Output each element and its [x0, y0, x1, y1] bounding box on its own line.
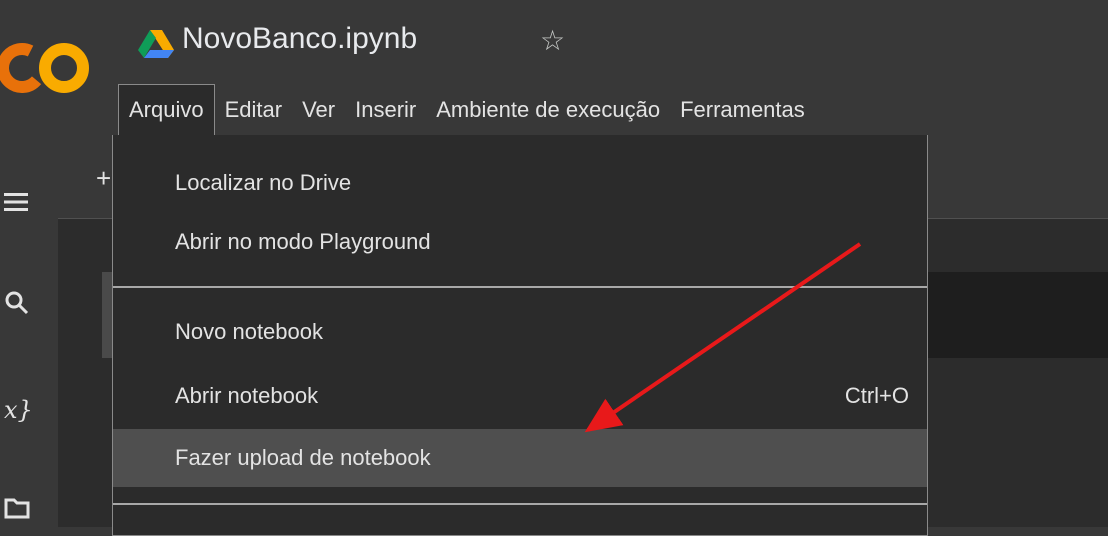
menu-item-label: Localizar no Drive [175, 170, 352, 195]
menu-inserir[interactable]: Inserir [345, 84, 426, 136]
menu-ambiente-de-execucao[interactable]: Ambiente de execução [426, 84, 670, 136]
file-menu-dropdown: Localizar no Drive Abrir no modo Playgro… [112, 135, 928, 536]
menu-item-label: Novo notebook [175, 319, 323, 344]
add-cell-icon[interactable]: + [96, 163, 111, 194]
variables-icon[interactable]: x} [4, 396, 33, 424]
menu-item-abrir-no-modo-playground[interactable]: Abrir no modo Playground [113, 213, 927, 271]
menu-ver[interactable]: Ver [292, 84, 345, 136]
menu-bar: Arquivo Editar Ver Inserir Ambiente de e… [118, 84, 815, 136]
notebook-title[interactable]: NovoBanco.ipynb [182, 22, 417, 56]
top-bar: NovoBanco.ipynb ☆ Arquivo Editar Ver Ins… [0, 0, 1108, 140]
menu-item-localizar-no-drive[interactable]: Localizar no Drive [113, 154, 927, 212]
menu-item-abrir-notebook[interactable]: Abrir notebook Ctrl+O [113, 367, 927, 425]
folder-icon[interactable] [4, 494, 30, 520]
menu-item-label: Fazer upload de notebook [175, 445, 431, 470]
menu-ferramentas[interactable]: Ferramentas [670, 84, 815, 136]
menu-item-shortcut: Ctrl+O [844, 383, 909, 408]
menu-editar[interactable]: Editar [215, 84, 292, 136]
google-drive-icon [138, 30, 174, 58]
menu-item-novo-notebook[interactable]: Novo notebook [113, 303, 927, 361]
menu-icon[interactable] [4, 192, 28, 212]
search-icon[interactable] [4, 290, 30, 316]
menu-divider [113, 503, 927, 505]
menu-divider [113, 286, 927, 288]
star-outline-icon[interactable]: ☆ [540, 24, 565, 57]
left-sidebar: x} [0, 140, 59, 527]
menu-item-label: Abrir notebook [175, 383, 319, 408]
menu-item-fazer-upload-de-notebook[interactable]: Fazer upload de notebook [113, 429, 927, 487]
menu-item-label: Abrir no modo Playground [175, 229, 431, 254]
colab-logo[interactable] [0, 38, 102, 98]
menu-arquivo[interactable]: Arquivo [118, 84, 215, 136]
